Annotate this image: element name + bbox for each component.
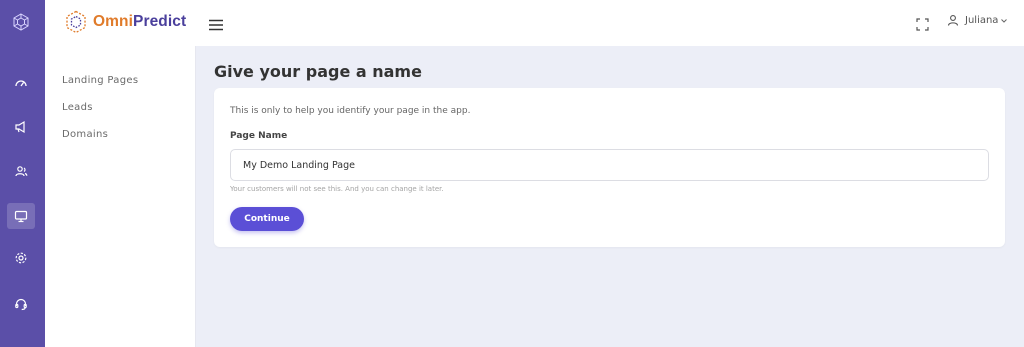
subnav-item-landing-pages[interactable]: Landing Pages — [62, 75, 138, 86]
dashboard-gauge-icon[interactable] — [7, 70, 35, 96]
monitor-icon[interactable] — [7, 203, 35, 229]
help-text: This is only to help you identify your p… — [230, 106, 471, 116]
field-hint: Your customers will not see this. And yo… — [230, 185, 444, 193]
subnav-item-domains[interactable]: Domains — [62, 129, 108, 140]
megaphone-icon[interactable] — [7, 114, 35, 140]
top-bar: OmniPredict Juliana — [45, 0, 1024, 46]
secondary-nav: Landing Pages Leads Domains — [45, 46, 196, 347]
chevron-down-icon — [1001, 18, 1008, 23]
user-menu[interactable]: Juliana — [947, 14, 1008, 26]
users-icon[interactable] — [7, 158, 35, 184]
user-name: Juliana — [965, 14, 999, 26]
page-name-card: This is only to help you identify your p… — [214, 88, 1005, 247]
menu-toggle-icon[interactable] — [209, 16, 223, 35]
brand-logo[interactable]: OmniPredict — [65, 10, 186, 34]
logo-hex-icon[interactable] — [7, 9, 35, 35]
brand-hex-icon — [66, 10, 86, 34]
brand-name: OmniPredict — [93, 13, 187, 30]
page-name-input[interactable]: My Demo Landing Page — [230, 149, 989, 181]
page-title: Give your page a name — [214, 62, 422, 81]
fullscreen-icon[interactable] — [916, 16, 929, 35]
page-name-label: Page Name — [230, 131, 288, 141]
subnav-item-leads[interactable]: Leads — [62, 102, 93, 113]
icon-rail — [0, 0, 45, 347]
settings-gear-icon[interactable] — [7, 245, 35, 271]
user-icon — [947, 15, 959, 26]
continue-button[interactable]: Continue — [230, 207, 304, 231]
headset-support-icon[interactable] — [7, 291, 35, 317]
